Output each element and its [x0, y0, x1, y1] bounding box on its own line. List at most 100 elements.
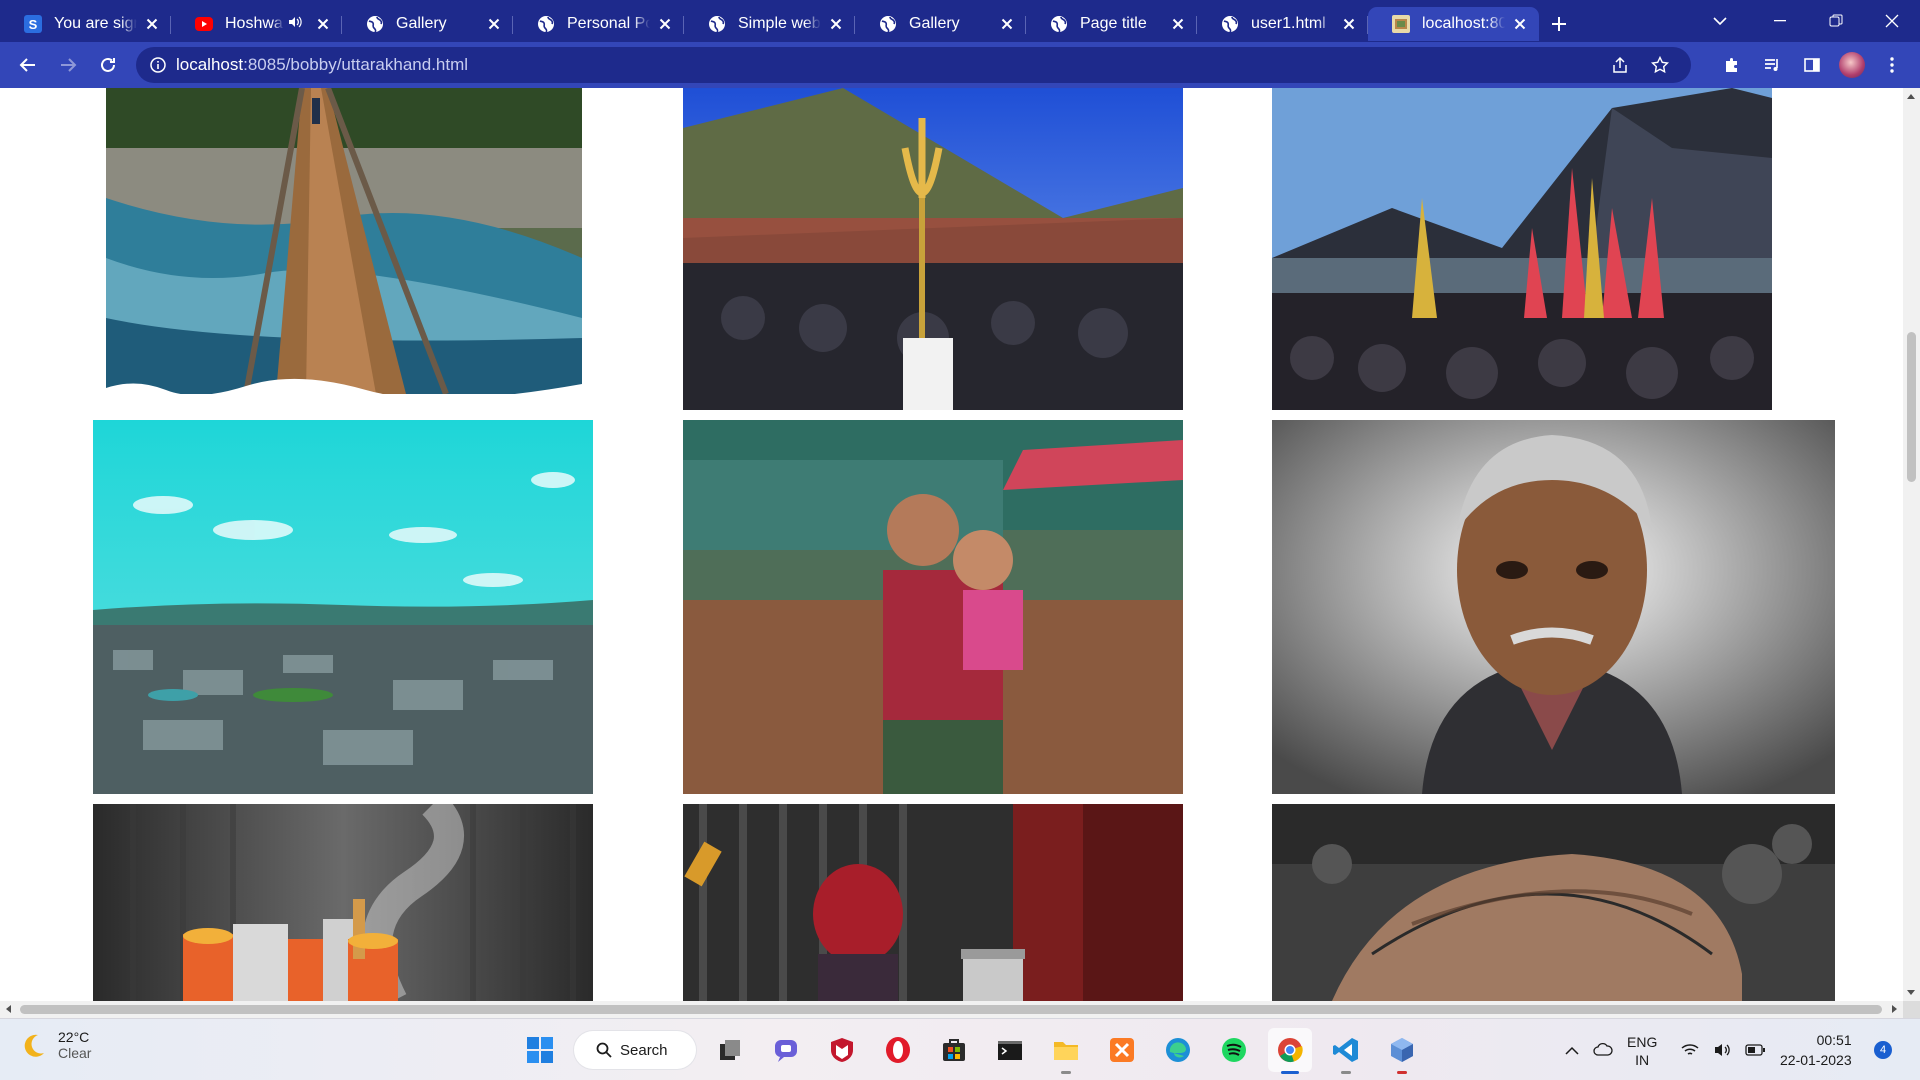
forward-button[interactable] [48, 45, 88, 85]
edge-icon [1166, 1038, 1190, 1062]
gallery-photo-city[interactable] [93, 420, 593, 794]
tab-4[interactable]: Personal Portfo [513, 7, 684, 41]
close-window-button[interactable] [1864, 0, 1920, 42]
close-tab-icon[interactable] [485, 15, 503, 33]
restore-button[interactable] [1808, 0, 1864, 42]
scroll-left-arrow[interactable] [6, 1005, 11, 1013]
wifi-icon [1681, 1043, 1699, 1055]
reload-button[interactable] [88, 45, 128, 85]
opera-button[interactable] [876, 1028, 920, 1072]
scroll-up-arrow[interactable] [1907, 94, 1915, 99]
audio-playing-icon[interactable] [288, 15, 302, 33]
url-host: localhost [176, 55, 244, 74]
volume-button[interactable] [1713, 1042, 1731, 1061]
close-tab-icon[interactable] [314, 15, 332, 33]
tab-3[interactable]: Gallery [342, 7, 513, 41]
media-control-button[interactable] [1752, 45, 1792, 85]
clock-date: 22-01-2023 [1780, 1052, 1852, 1068]
gallery-photo-bridge[interactable] [106, 88, 582, 394]
minimize-button[interactable] [1752, 0, 1808, 42]
vscode-button[interactable] [1324, 1028, 1368, 1074]
gallery-photo-food[interactable] [93, 804, 593, 1001]
spotify-button[interactable] [1212, 1028, 1256, 1072]
extensions-button[interactable] [1712, 45, 1752, 85]
cube-icon [1391, 1038, 1413, 1062]
scroll-down-arrow[interactable] [1907, 990, 1915, 995]
region-code: IN [1635, 1052, 1650, 1068]
window-controls [1752, 0, 1920, 42]
battery-icon [1745, 1044, 1766, 1056]
show-hidden-icons-button[interactable] [1565, 1043, 1579, 1059]
close-tab-icon[interactable] [1169, 15, 1187, 33]
tab-2[interactable]: Hoshwalon [171, 7, 342, 41]
virtualbox-button[interactable] [1380, 1028, 1424, 1074]
close-tab-icon[interactable] [1511, 15, 1529, 33]
gallery-photo-trident[interactable] [683, 88, 1183, 410]
back-button[interactable] [8, 45, 48, 85]
tab-6[interactable]: Gallery [855, 7, 1026, 41]
gallery-photo-festival[interactable] [1272, 88, 1772, 410]
task-view-button[interactable] [708, 1028, 752, 1072]
tab-8[interactable]: user1.html [1197, 7, 1368, 41]
new-tab-button[interactable] [1539, 7, 1579, 41]
tab-list: S You are signed Hoshwalon Gallery Personal … [0, 1, 1539, 41]
edge-button[interactable] [1156, 1028, 1200, 1072]
close-tab-icon[interactable] [827, 15, 845, 33]
horizontal-scroll-thumb[interactable] [20, 1005, 1882, 1014]
url-path: :8085/bobby/uttarakhand.html [243, 55, 469, 74]
tab-7[interactable]: Page title [1026, 7, 1197, 41]
star-icon [1651, 56, 1669, 74]
weather-temperature: 22°C [58, 1029, 90, 1045]
tab-1[interactable]: S You are signed [0, 7, 171, 41]
minimize-icon [1774, 20, 1786, 22]
vertical-scroll-thumb[interactable] [1907, 332, 1916, 482]
site-info-icon[interactable] [150, 57, 166, 73]
svg-text:S: S [29, 17, 38, 32]
gallery-photo-children[interactable] [683, 420, 1183, 794]
notification-badge[interactable]: 4 [1874, 1041, 1892, 1059]
onedrive-button[interactable] [1593, 1042, 1613, 1061]
tab-strip: S You are signed Hoshwalon Gallery Personal … [0, 0, 1920, 42]
store-button[interactable] [932, 1028, 976, 1072]
start-button[interactable] [518, 1028, 562, 1072]
chrome-button[interactable] [1268, 1028, 1312, 1074]
close-tab-icon[interactable] [1340, 15, 1358, 33]
close-tab-icon[interactable] [143, 15, 161, 33]
chat-app-button[interactable] [764, 1028, 808, 1072]
language-indicator[interactable]: ENG IN [1627, 1033, 1657, 1069]
horizontal-scrollbar[interactable] [0, 1001, 1903, 1018]
tab-search-button[interactable] [1700, 8, 1740, 34]
taskbar-clock[interactable]: 00:51 22-01-2023 [1780, 1030, 1852, 1070]
playlist-icon [1765, 59, 1778, 71]
gallery-photo-saddle[interactable] [1272, 804, 1835, 1001]
vertical-scrollbar[interactable] [1903, 88, 1920, 1001]
side-panel-button[interactable] [1792, 45, 1832, 85]
tab-title: localhost:8085 [1422, 15, 1505, 32]
scroll-right-arrow[interactable] [1892, 1005, 1897, 1013]
running-indicator [1061, 1071, 1071, 1074]
address-bar[interactable]: localhost:8085/bobby/uttarakhand.html [136, 47, 1691, 83]
share-button[interactable] [1605, 56, 1635, 74]
toolbar-actions [1712, 42, 1912, 88]
file-explorer-button[interactable] [1044, 1028, 1088, 1074]
tab-9[interactable]: localhost:8085 [1368, 7, 1539, 41]
tab-title: Gallery [396, 15, 447, 32]
taskbar-search[interactable]: Search [574, 1031, 696, 1069]
close-tab-icon[interactable] [656, 15, 674, 33]
profile-avatar[interactable] [1839, 52, 1865, 78]
folder-icon [1054, 1042, 1078, 1060]
puzzle-icon [1726, 58, 1737, 72]
mcafee-button[interactable] [820, 1028, 864, 1072]
weather-widget[interactable]: 22°C Clear [20, 1029, 91, 1061]
tab-5[interactable]: Simple web De [684, 7, 855, 41]
globe-icon [879, 15, 897, 33]
browser-menu-button[interactable] [1872, 45, 1912, 85]
xampp-button[interactable] [1100, 1028, 1144, 1072]
battery-button[interactable] [1745, 1043, 1766, 1059]
gallery-photo-red-cap[interactable] [683, 804, 1183, 1001]
wifi-button[interactable] [1681, 1043, 1699, 1060]
gallery-photo-old-man[interactable] [1272, 420, 1835, 794]
close-tab-icon[interactable] [998, 15, 1016, 33]
terminal-button[interactable] [988, 1028, 1032, 1072]
bookmark-button[interactable] [1645, 56, 1675, 74]
